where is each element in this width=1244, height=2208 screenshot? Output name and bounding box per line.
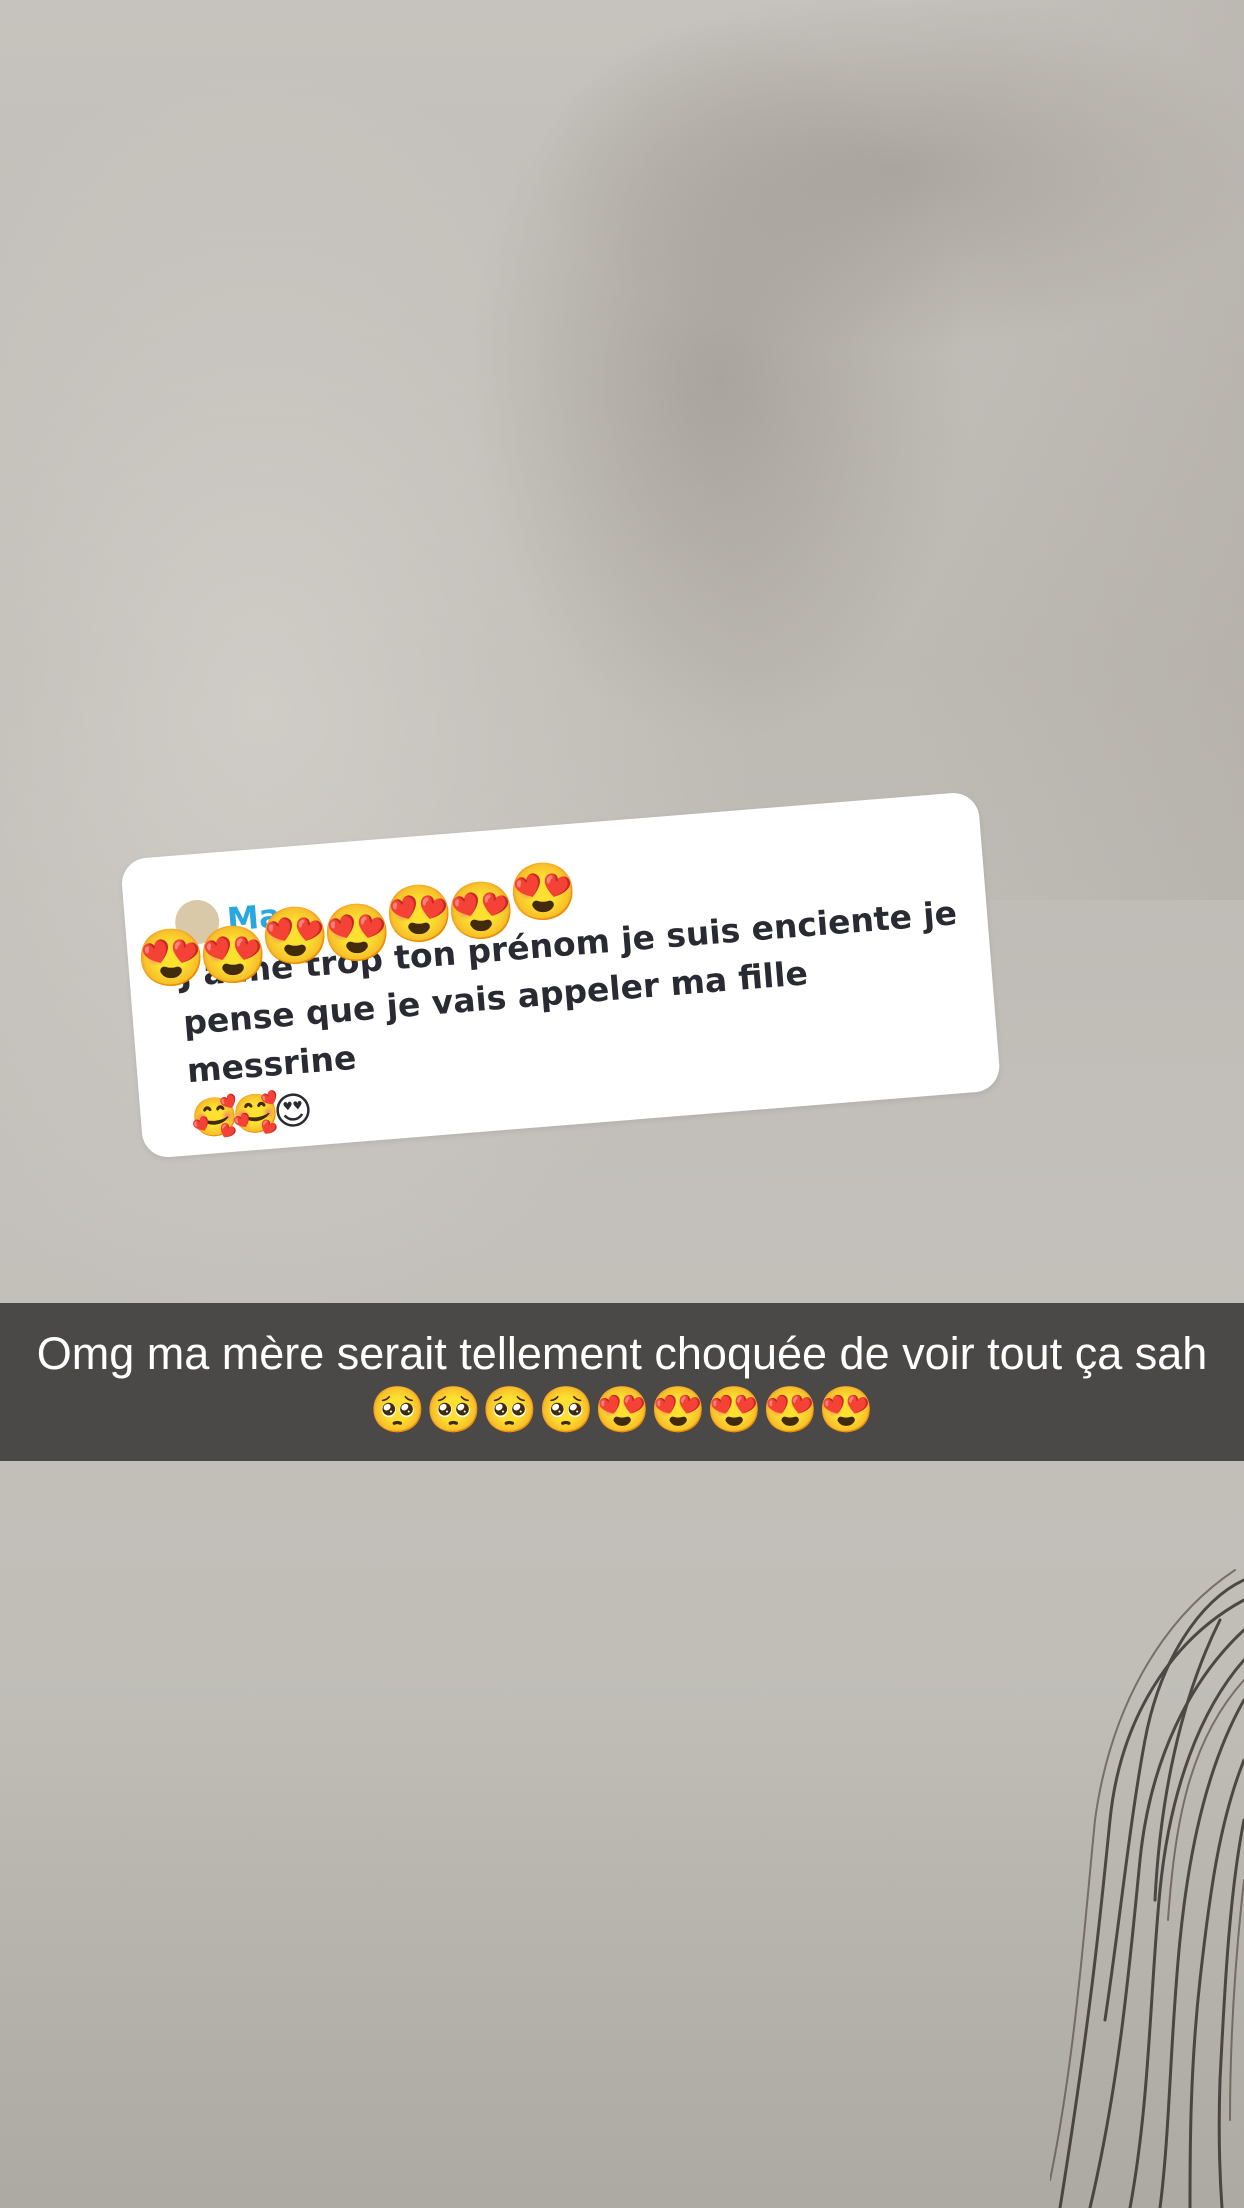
caption-text: Omg ma mère serait tellement choquée de …: [36, 1328, 1208, 1435]
caption-bar: Omg ma mère serait tellement choquée de …: [0, 1303, 1244, 1461]
story-background: Ma J aime trop ton prénom je suis encien…: [0, 0, 1244, 2208]
wall-shadow: [900, 0, 1244, 900]
heart-eyes-emoji-icon: 😍: [508, 860, 578, 923]
heart-eyes-emoji-icon: 😍: [260, 904, 330, 967]
heart-eyes-sticker-row[interactable]: 😍 😍 😍 😍 😍 😍 😍: [136, 864, 736, 989]
hair-strands: [1050, 1569, 1244, 2208]
heart-eyes-emoji-icon: 😍: [136, 926, 206, 989]
heart-eyes-emoji-icon: 😍: [198, 923, 268, 986]
heart-eyes-emoji-icon: 😍: [446, 879, 516, 942]
heart-eyes-emoji-icon: 😍: [384, 882, 454, 945]
heart-eyes-emoji-icon: 😍: [322, 901, 392, 964]
